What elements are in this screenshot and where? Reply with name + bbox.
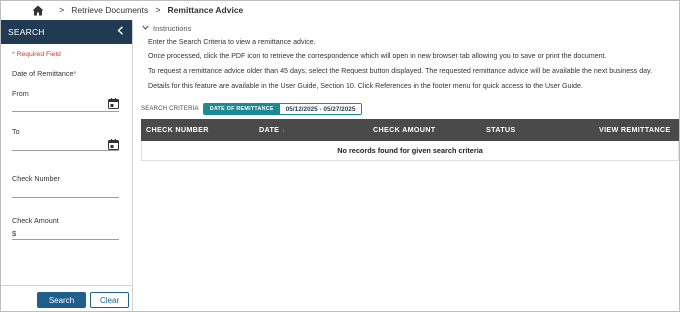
breadcrumb-remittance-advice: Remittance Advice: [167, 5, 244, 15]
date-of-remittance-label: Date of Remittance*: [12, 69, 77, 78]
main-content: Instructions Enter the Search Criteria t…: [134, 20, 679, 311]
check-number-label: Check Number: [12, 174, 60, 183]
criteria-chip-key: DATE OF REMITTANCE: [203, 104, 280, 114]
check-number-input[interactable]: [12, 197, 119, 198]
search-button[interactable]: Search: [37, 292, 86, 308]
instruction-line: Details for this feature are available i…: [148, 82, 583, 90]
criteria-chip-value: 05/12/2025 - 05/27/2025: [279, 104, 362, 114]
instruction-line: Enter the Search Criteria to view a remi…: [148, 38, 316, 46]
search-criteria: SEARCH CRITERIA DATE OF REMITTANCE 05/12…: [141, 103, 363, 115]
breadcrumb-retrieve-documents[interactable]: Retrieve Documents: [71, 5, 148, 15]
search-sidebar: SEARCH * Required Field Date of Remittan…: [1, 20, 133, 311]
column-check-amount[interactable]: CHECK AMOUNT: [373, 125, 435, 134]
breadcrumb: > Retrieve Documents > Remittance Advice: [0, 0, 680, 20]
home-icon[interactable]: [32, 5, 44, 16]
sort-icon[interactable]: ↕: [282, 128, 285, 134]
instructions-label: Instructions: [153, 24, 192, 33]
from-date-input[interactable]: [12, 111, 119, 112]
from-label: From: [12, 89, 29, 98]
table-header: CHECK NUMBER DATE ↕ CHECK AMOUNT STATUS V…: [141, 119, 679, 141]
check-amount-input[interactable]: [12, 239, 119, 240]
search-criteria-label: SEARCH CRITERIA: [141, 106, 199, 112]
instruction-line: To request a remittance advice older tha…: [148, 67, 653, 75]
required-field-note: * Required Field: [12, 51, 61, 58]
breadcrumb-separator: >: [59, 5, 65, 15]
clear-button[interactable]: Clear: [90, 292, 129, 308]
calendar-icon[interactable]: [108, 96, 119, 109]
column-check-number[interactable]: CHECK NUMBER: [146, 125, 209, 134]
breadcrumb-separator: >: [155, 5, 161, 15]
sidebar-header: SEARCH: [1, 20, 132, 44]
column-date[interactable]: DATE ↕: [259, 125, 286, 134]
empty-state-row: No records found for given search criter…: [141, 141, 679, 161]
sidebar-title: SEARCH: [8, 27, 45, 37]
criteria-chip: DATE OF REMITTANCE 05/12/2025 - 05/27/20…: [202, 103, 363, 115]
to-date-input[interactable]: [12, 150, 119, 151]
to-label: To: [12, 127, 20, 136]
remittance-table: CHECK NUMBER DATE ↕ CHECK AMOUNT STATUS V…: [141, 119, 679, 161]
instructions-toggle[interactable]: Instructions: [142, 24, 191, 33]
check-amount-label: Check Amount: [12, 216, 59, 225]
chevron-down-icon: [142, 25, 149, 32]
calendar-icon[interactable]: [108, 137, 119, 150]
column-view-remittance[interactable]: VIEW REMITTANCE: [599, 125, 670, 134]
instruction-line: Once processed, click the PDF icon to re…: [148, 52, 607, 60]
currency-symbol: $: [12, 229, 17, 238]
column-status[interactable]: STATUS: [486, 125, 515, 134]
chevron-left-icon[interactable]: [117, 26, 124, 38]
